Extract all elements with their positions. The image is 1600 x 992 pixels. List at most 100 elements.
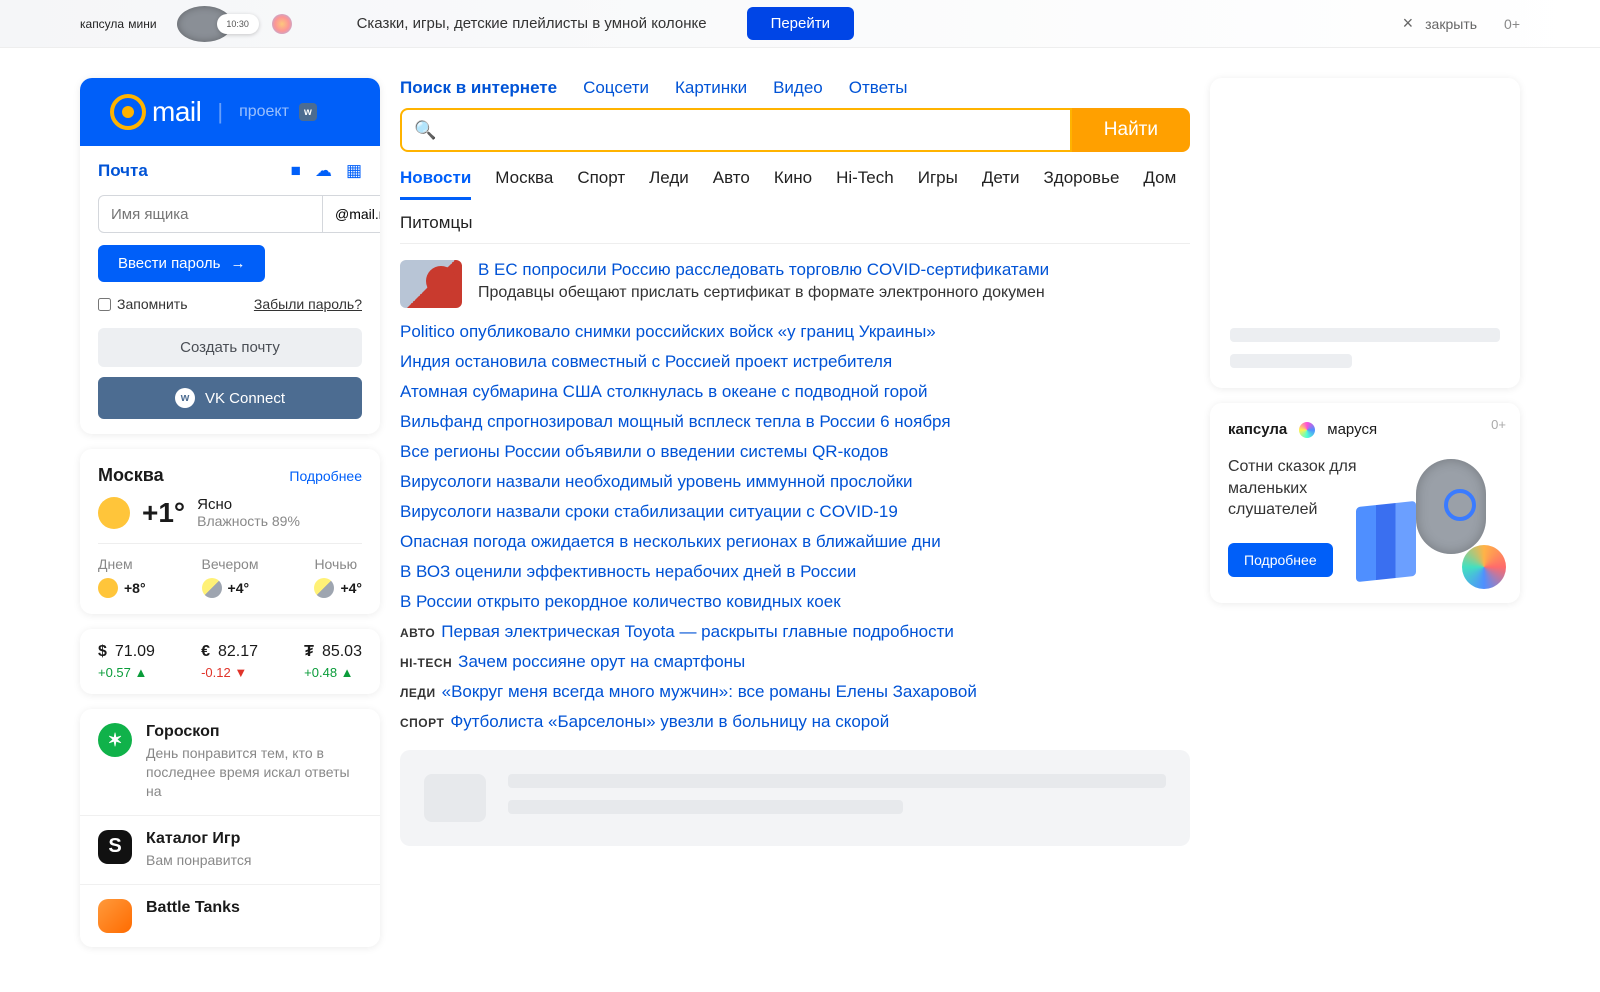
remember-text: Запомнить [117,296,188,312]
placeholder-line [508,774,1166,788]
search-input[interactable] [444,110,1057,150]
news-tagged-row: ЛЕДИ «Вокруг меня всегда много мужчин»: в… [400,682,1190,702]
news-link[interactable]: Вильфанд спрогнозировал мощный всплеск т… [400,412,1190,432]
search-tab-answers[interactable]: Ответы [849,78,908,98]
news-tag: СПОРТ [400,716,444,730]
banner-text: Сказки, игры, детские плейлисты в умной … [357,15,707,32]
search-button[interactable]: Найти [1072,108,1190,152]
news-lead-link[interactable]: В ЕС попросили Россию расследовать торго… [478,260,1190,280]
battle-title: Battle Tanks [146,899,240,917]
weather-condition: Ясно [197,496,300,513]
mail-login-card: mail | проект w Почта ■ ☁ ▦ @mail [80,78,380,434]
news-tab-moscow[interactable]: Москва [495,168,553,189]
forecast-label: Вечером [202,556,259,572]
rate-delta: +0.48 ▲ [304,665,362,680]
create-mail-button[interactable]: Создать почту [98,328,362,367]
news-tab-lady[interactable]: Леди [649,168,689,189]
news-link[interactable]: Атомная субмарина США столкнулась в океа… [400,382,1190,402]
remember-checkbox[interactable] [98,298,111,311]
forgot-password-link[interactable]: Забыли пароль? [254,296,362,312]
login-input[interactable] [98,195,323,233]
news-tab-news[interactable]: Новости [400,168,471,200]
tank-icon [98,899,132,933]
rate-value: 71.09 [115,643,155,661]
rate-eur[interactable]: €82.17 -0.12 ▼ [201,643,258,680]
forecast-night: Ночью +4° [314,556,362,598]
news-link[interactable]: «Вокруг меня всегда много мужчин»: все р… [442,682,977,701]
promo-button[interactable]: Подробнее [1228,543,1333,577]
news-tab-kids[interactable]: Дети [982,168,1020,189]
news-tab-auto[interactable]: Авто [713,168,750,189]
books-icon [1356,501,1416,582]
news-link[interactable]: В России открыто рекордное количество ко… [400,592,1190,612]
search-tab-images[interactable]: Картинки [675,78,747,98]
remember-checkbox-label[interactable]: Запомнить [98,296,188,312]
banner-close-label[interactable]: закрыть [1425,16,1477,32]
horoscope-item[interactable]: ✶ Гороскоп День понравится тем, кто в по… [80,709,380,815]
games-text: Вам понравится [146,851,251,870]
placeholder-icon [424,774,486,822]
horoscope-title: Гороскоп [146,723,362,741]
search-tab-video[interactable]: Видео [773,78,823,98]
placeholder-line [1230,328,1500,342]
video-call-icon[interactable]: ■ [291,161,301,181]
placeholder-line [1230,354,1352,368]
forecast-day: Днем +8° [98,556,146,598]
weather-more-link[interactable]: Подробнее [289,468,362,484]
placeholder-line [508,800,903,814]
mail-title-link[interactable]: Почта [98,161,148,181]
spinner-icon [1462,545,1506,589]
news-link[interactable]: Зачем россияне орут на смартфоны [458,652,745,671]
vk-connect-label: VK Connect [205,390,285,407]
banner-logo: капсула мини [80,15,157,32]
cloud-icon[interactable]: ☁ [315,161,332,181]
enter-password-button[interactable]: Ввести пароль → [98,245,265,282]
moon-icon [314,578,334,598]
weather-city: Москва [98,465,164,486]
battle-tanks-item[interactable]: Battle Tanks [80,884,380,947]
news-tab-health[interactable]: Здоровье [1044,168,1120,189]
news-link[interactable]: Вирусологи назвали необходимый уровень и… [400,472,1190,492]
forecast-label: Днем [98,556,146,572]
news-tab-sport[interactable]: Спорт [577,168,625,189]
banner-close-group: × закрыть 0+ [1403,13,1520,34]
banner-logo-main: капсула [80,17,124,31]
news-tag: АВТО [400,626,435,640]
search-tab-social[interactable]: Соцсети [583,78,649,98]
news-tab-kino[interactable]: Кино [774,168,812,189]
news-tag: ЛЕДИ [400,686,436,700]
promo-age-badge: 0+ [1491,417,1506,432]
arrow-right-icon: → [230,255,245,272]
games-catalog-item[interactable]: S Каталог Игр Вам понравится [80,815,380,884]
news-link[interactable]: В ВОЗ оценили эффективность нерабочих дн… [400,562,1190,582]
weather-temp: +1° [142,497,185,529]
mail-at-icon [110,94,146,130]
banner-cta-button[interactable]: Перейти [747,7,854,40]
news-link[interactable]: Опасная погода ожидается в нескольких ре… [400,532,1190,552]
news-link[interactable]: Футболиста «Барселоны» увезли в больницу… [450,712,889,731]
search-tab-web[interactable]: Поиск в интернете [400,78,557,98]
mail-project-label: проект [239,103,289,121]
rate-oil[interactable]: ₮85.03 +0.48 ▲ [304,643,362,680]
news-link[interactable]: Politico опубликовало снимки российских … [400,322,1190,342]
forecast-evening: Вечером +4° [202,556,259,598]
news-tab-home[interactable]: Дом [1143,168,1176,189]
news-link[interactable]: Все регионы России объявили о введении с… [400,442,1190,462]
news-link[interactable]: Первая электрическая Toyota — раскрыты г… [441,622,954,641]
news-link[interactable]: Вирусологи назвали сроки стабилизации си… [400,502,1190,522]
calendar-icon[interactable]: ▦ [346,161,362,181]
widgets-card: ✶ Гороскоп День понравится тем, кто в по… [80,709,380,947]
news-tab-hitech[interactable]: Hi-Tech [836,168,894,189]
news-lead-thumb[interactable] [400,260,462,308]
domain-select[interactable]: @mail.ru [323,195,380,233]
rate-usd[interactable]: $71.09 +0.57 ▲ [98,643,155,680]
close-icon[interactable]: × [1403,13,1414,34]
news-tab-pets[interactable]: Питомцы [400,213,472,233]
news-link[interactable]: Индия остановила совместный с Россией пр… [400,352,1190,372]
vk-connect-button[interactable]: w VK Connect [98,377,362,419]
divider: | [217,99,223,125]
promo-text: Сотни сказок для маленьких слушателей [1228,456,1368,521]
news-lead-sub: Продавцы обещают прислать сертификат в ф… [478,284,1190,302]
news-tab-games[interactable]: Игры [918,168,958,189]
rate-delta: +0.57 ▲ [98,665,155,680]
